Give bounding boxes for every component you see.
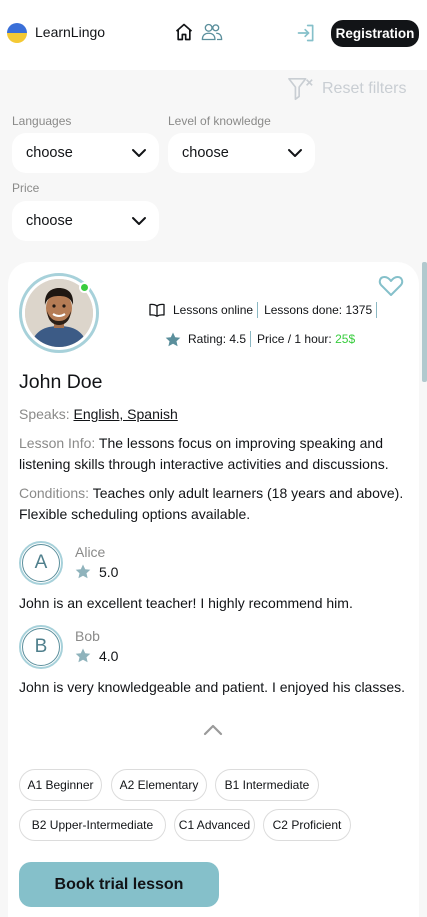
chevron-down-icon — [132, 149, 146, 157]
level-tag-b1[interactable]: B1 Intermediate — [215, 769, 319, 801]
star-icon — [75, 564, 91, 579]
chevron-down-icon — [288, 149, 302, 157]
lessons-online: Lessons online — [173, 303, 254, 317]
lessons-done: Lessons done: 1375 — [264, 303, 373, 317]
level-tag-c1[interactable]: C1 Advanced — [174, 809, 255, 841]
reviewer-avatar: A — [19, 541, 63, 585]
teacher-name: John Doe — [19, 371, 103, 393]
speaks-value[interactable]: English, Spanish — [73, 406, 177, 422]
reviewer-initial: A — [22, 544, 60, 582]
languages-select[interactable]: choose — [12, 133, 159, 173]
chevron-up-icon[interactable] — [203, 724, 223, 736]
review-text: John is an excellent teacher! I highly r… — [19, 595, 353, 611]
filter-clear-icon — [288, 77, 313, 101]
ukraine-flag-logo[interactable] — [7, 23, 27, 43]
reviewer-rating: 5.0 — [99, 564, 119, 580]
teacher-card: Lessons online Lessons done: 1375 Rating… — [8, 262, 419, 917]
teacher-rating: Rating: 4.5 — [188, 332, 247, 346]
speaks-row: Speaks: English, Spanish — [19, 404, 411, 425]
reviewer-name: Alice — [75, 544, 106, 560]
teacher-stats-row-1: Lessons online Lessons done: 1375 — [149, 302, 383, 318]
book-open-icon — [149, 303, 165, 317]
lesson-info-row: Lesson Info: The lessons focus on improv… — [19, 433, 411, 475]
book-trial-lesson-button[interactable]: Book trial lesson — [19, 862, 219, 907]
reset-filters-label: Reset filters — [322, 80, 407, 97]
reviewer-avatar: B — [19, 625, 63, 669]
chevron-down-icon — [132, 217, 146, 225]
reset-filters-button[interactable]: Reset filters — [287, 77, 407, 101]
level-value: choose — [182, 145, 229, 161]
users-icon[interactable] — [201, 22, 223, 42]
registration-button[interactable]: Registration — [331, 20, 419, 47]
level-label: Level of knowledge — [168, 114, 271, 128]
home-icon[interactable] — [174, 22, 194, 42]
reviewer-rating: 4.0 — [99, 648, 119, 664]
conditions-row: Conditions: Teaches only adult learners … — [19, 483, 411, 525]
level-tag-a1[interactable]: A1 Beginner — [19, 769, 102, 801]
languages-value: choose — [26, 145, 73, 161]
languages-label: Languages — [12, 114, 72, 128]
level-tag-b2[interactable]: B2 Upper-Intermediate — [19, 809, 166, 841]
price-label: Price — [12, 181, 40, 195]
conditions-label: Conditions: — [19, 485, 90, 501]
teacher-price-value: 25$ — [335, 332, 356, 346]
online-status-indicator — [79, 282, 90, 293]
speaks-label: Speaks: — [19, 406, 70, 422]
price-value: choose — [26, 213, 73, 229]
header: LearnLingo Registration — [0, 0, 427, 70]
level-select[interactable]: choose — [168, 133, 315, 173]
brand-name[interactable]: LearnLingo — [35, 24, 105, 40]
star-icon — [165, 332, 181, 346]
teacher-stats-row-2: Rating: 4.5 Price / 1 hour: 25$ — [165, 331, 355, 347]
level-tag-c2[interactable]: C2 Proficient — [263, 809, 351, 841]
lesson-info-label: Lesson Info: — [19, 435, 96, 451]
price-select[interactable]: choose — [12, 201, 159, 241]
reviewer-initial: B — [22, 628, 60, 666]
review-text: John is very knowledgeable and patient. … — [19, 679, 406, 695]
reviewer-name: Bob — [75, 628, 100, 644]
star-icon — [75, 648, 91, 663]
scrollbar[interactable] — [422, 262, 427, 382]
teacher-price-label: Price / 1 hour: — [257, 332, 336, 346]
heart-icon[interactable] — [378, 274, 404, 298]
level-tag-a2[interactable]: A2 Elementary — [111, 769, 207, 801]
login-icon[interactable] — [296, 23, 316, 43]
